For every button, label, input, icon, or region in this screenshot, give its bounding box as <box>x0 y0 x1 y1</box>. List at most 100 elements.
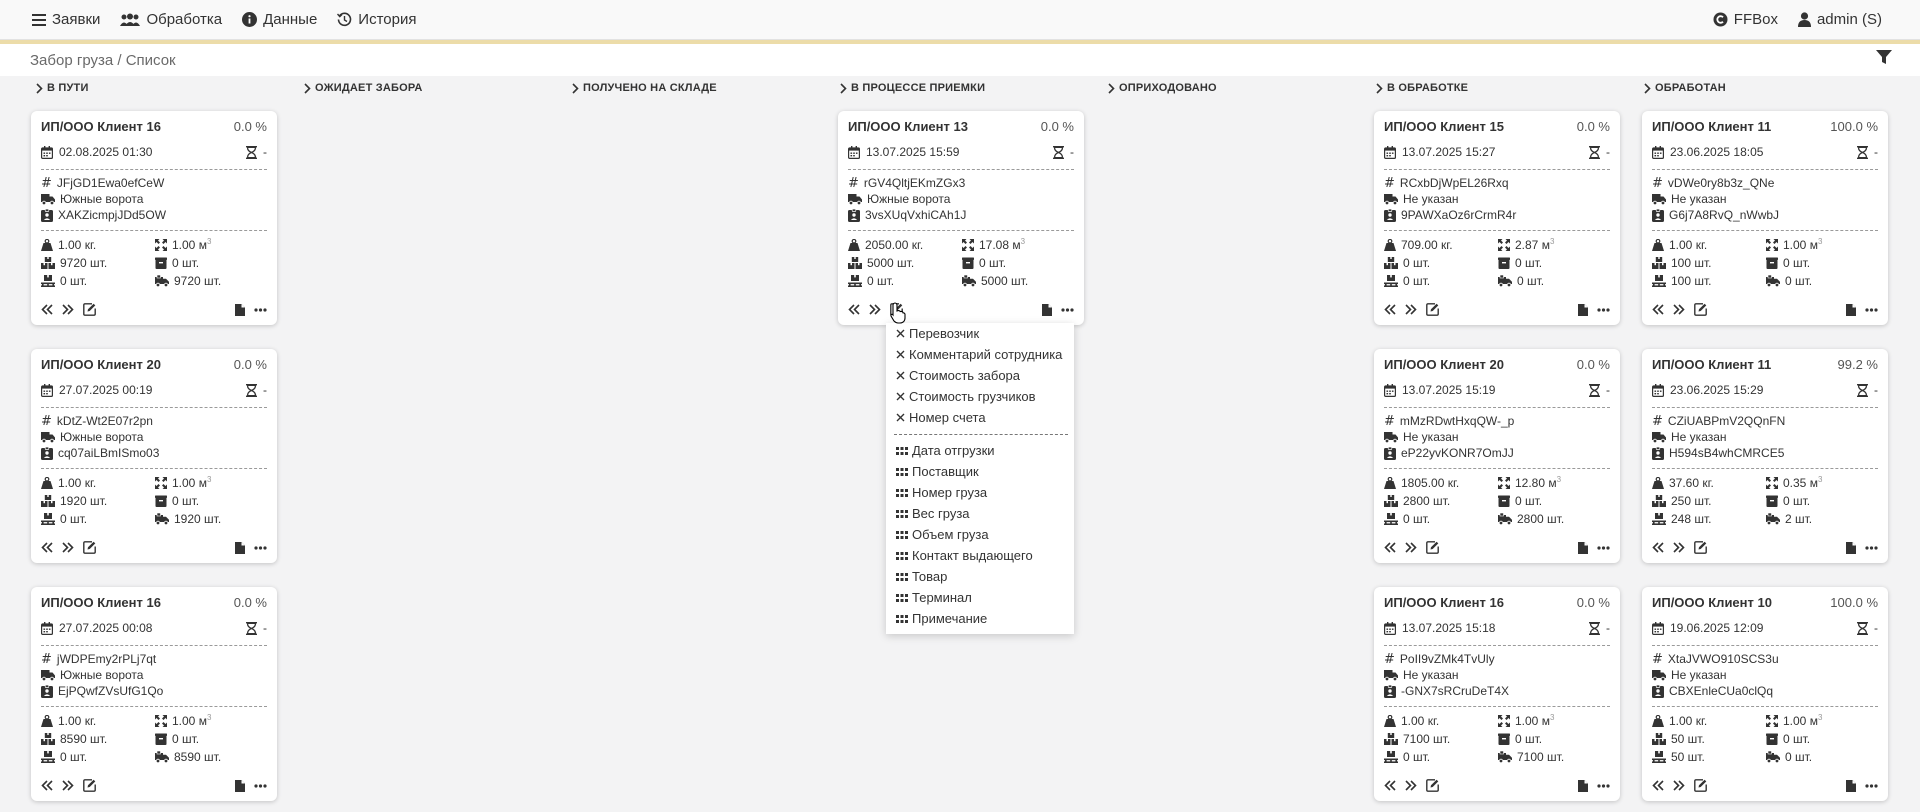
menu-item-visible-field[interactable]: Номер груза <box>886 482 1074 503</box>
edit-icon[interactable] <box>83 779 96 792</box>
edit-icon[interactable] <box>1694 779 1707 792</box>
menu-item-visible-field[interactable]: Дата отгрузки <box>886 440 1074 461</box>
more-icon[interactable] <box>1865 307 1878 312</box>
double-right-icon[interactable] <box>1673 542 1685 553</box>
double-left-icon[interactable] <box>41 304 53 315</box>
request-card[interactable]: ИП/ООО Клиент 11 99.2 % 23.06.2025 15:29 - #… <box>1642 349 1888 563</box>
column-header[interactable]: ОБРАБОТАН <box>1644 82 1726 94</box>
column-header[interactable]: ОЖИДАЕТ ЗАБОРА <box>304 82 423 94</box>
edit-icon[interactable] <box>83 303 96 316</box>
request-card[interactable]: ИП/ООО Клиент 16 0.0 % 02.08.2025 01:30 - # J… <box>31 111 277 325</box>
menu-item-hidden-field[interactable]: Стоимость забора <box>886 365 1074 386</box>
document-icon[interactable] <box>235 779 245 792</box>
brand-link[interactable]: FFBox <box>1681 0 1788 40</box>
request-card[interactable]: ИП/ООО Клиент 15 0.0 % 13.07.2025 15:27 - # R… <box>1374 111 1620 325</box>
request-card[interactable]: ИП/ООО Клиент 10 100.0 % 19.06.2025 12:09 -… <box>1642 587 1888 801</box>
document-icon[interactable] <box>1846 541 1856 554</box>
menu-item-visible-field[interactable]: Товар <box>886 566 1074 587</box>
column-header[interactable]: В ОБРАБОТКЕ <box>1376 82 1468 94</box>
double-right-icon[interactable] <box>1673 304 1685 315</box>
edit-icon[interactable] <box>1426 779 1439 792</box>
menu-item-hidden-field[interactable]: Комментарий сотрудника <box>886 344 1074 365</box>
double-right-icon[interactable] <box>1405 780 1417 791</box>
double-right-icon[interactable] <box>62 304 74 315</box>
more-icon[interactable] <box>1865 545 1878 550</box>
double-left-icon[interactable] <box>41 542 53 553</box>
edit-icon[interactable] <box>1694 303 1707 316</box>
double-left-icon[interactable] <box>1384 304 1396 315</box>
request-card[interactable]: ИП/ООО Клиент 16 0.0 % 27.07.2025 00:08 - # j… <box>31 587 277 801</box>
hourglass-icon <box>1589 383 1600 397</box>
document-icon[interactable] <box>1578 303 1588 316</box>
menu-item-visible-field[interactable]: Объем груза <box>886 524 1074 545</box>
double-right-icon[interactable] <box>1405 542 1417 553</box>
document-icon[interactable] <box>1578 779 1588 792</box>
menu-item-visible-field[interactable]: Контакт выдающего <box>886 545 1074 566</box>
received-quantity: 0 шт. <box>60 511 88 526</box>
nav-processing[interactable]: Обработка <box>110 0 232 40</box>
menu-item-hidden-field[interactable]: Стоимость грузчиков <box>886 386 1074 407</box>
edit-icon[interactable] <box>1694 541 1707 554</box>
double-left-icon[interactable] <box>1652 304 1664 315</box>
nav-history[interactable]: История <box>327 0 426 40</box>
cargo-number: jWDPEmy2rPLj7qt <box>56 652 157 666</box>
boxes-icon <box>1652 256 1666 269</box>
boxes-icon <box>1384 494 1398 507</box>
nav-requests[interactable]: Заявки <box>0 0 110 40</box>
contact-card-icon <box>41 446 53 460</box>
edit-icon[interactable] <box>1426 303 1439 316</box>
request-card[interactable]: ИП/ООО Клиент 11 100.0 % 23.06.2025 18:05 -… <box>1642 111 1888 325</box>
double-left-icon[interactable] <box>1384 542 1396 553</box>
more-icon[interactable] <box>1061 307 1074 312</box>
column-header[interactable]: ОПРИХОДОВАНО <box>1108 82 1217 94</box>
volume-value: 1.00 м3 <box>172 713 212 728</box>
more-icon[interactable] <box>1597 307 1610 312</box>
double-right-icon[interactable] <box>1673 780 1685 791</box>
double-left-icon[interactable] <box>848 304 860 315</box>
filter-icon[interactable] <box>1876 50 1892 67</box>
column-header[interactable]: В ПУТИ <box>36 82 89 94</box>
more-icon[interactable] <box>254 783 267 788</box>
document-icon[interactable] <box>1042 303 1052 316</box>
more-icon[interactable] <box>1865 783 1878 788</box>
column-header[interactable]: ПОЛУЧЕНО НА СКЛАДЕ <box>572 82 717 94</box>
shipment-date: 13.07.2025 15:19 <box>1402 383 1496 397</box>
menu-item-visible-field[interactable]: Примечание <box>886 608 1074 629</box>
nav-data[interactable]: Данные <box>232 0 327 40</box>
menu-item-visible-field[interactable]: Поставщик <box>886 461 1074 482</box>
double-right-icon[interactable] <box>1405 304 1417 315</box>
menu-item-visible-field[interactable]: Терминал <box>886 587 1074 608</box>
double-left-icon[interactable] <box>1652 780 1664 791</box>
request-card[interactable]: ИП/ООО Клиент 13 0.0 % 13.07.2025 15:59 - # r… <box>838 111 1084 325</box>
request-card[interactable]: ИП/ООО Клиент 20 0.0 % 27.07.2025 00:19 - # k… <box>31 349 277 563</box>
more-icon[interactable] <box>254 545 267 550</box>
more-icon[interactable] <box>1597 545 1610 550</box>
document-icon[interactable] <box>1846 303 1856 316</box>
request-card[interactable]: ИП/ООО Клиент 20 0.0 % 13.07.2025 15:19 - # m… <box>1374 349 1620 563</box>
double-right-icon[interactable] <box>869 304 881 315</box>
column-header[interactable]: В ПРОЦЕССЕ ПРИЕМКИ <box>840 82 985 94</box>
document-icon[interactable] <box>1846 779 1856 792</box>
menu-item-hidden-field[interactable]: Перевозчик <box>886 323 1074 344</box>
double-right-icon[interactable] <box>62 542 74 553</box>
double-left-icon[interactable] <box>1652 542 1664 553</box>
user-menu[interactable]: admin (S) <box>1788 0 1892 40</box>
menu-item-hidden-field[interactable]: Номер счета <box>886 407 1074 428</box>
card-divider <box>41 407 267 408</box>
pallet-icon <box>41 274 55 287</box>
double-left-icon[interactable] <box>1384 780 1396 791</box>
edit-icon[interactable] <box>1426 541 1439 554</box>
menu-item-visible-field[interactable]: Вес груза <box>886 503 1074 524</box>
double-right-icon[interactable] <box>62 780 74 791</box>
received-quantity: 50 шт. <box>1671 749 1705 764</box>
document-icon[interactable] <box>1578 541 1588 554</box>
more-icon[interactable] <box>1597 783 1610 788</box>
edit-icon[interactable] <box>83 541 96 554</box>
document-icon[interactable] <box>235 541 245 554</box>
contact-card-icon <box>1652 446 1664 460</box>
double-left-icon[interactable] <box>41 780 53 791</box>
more-icon[interactable] <box>254 307 267 312</box>
hourglass-icon <box>246 621 257 635</box>
document-icon[interactable] <box>235 303 245 316</box>
request-card[interactable]: ИП/ООО Клиент 16 0.0 % 13.07.2025 15:18 - # P… <box>1374 587 1620 801</box>
